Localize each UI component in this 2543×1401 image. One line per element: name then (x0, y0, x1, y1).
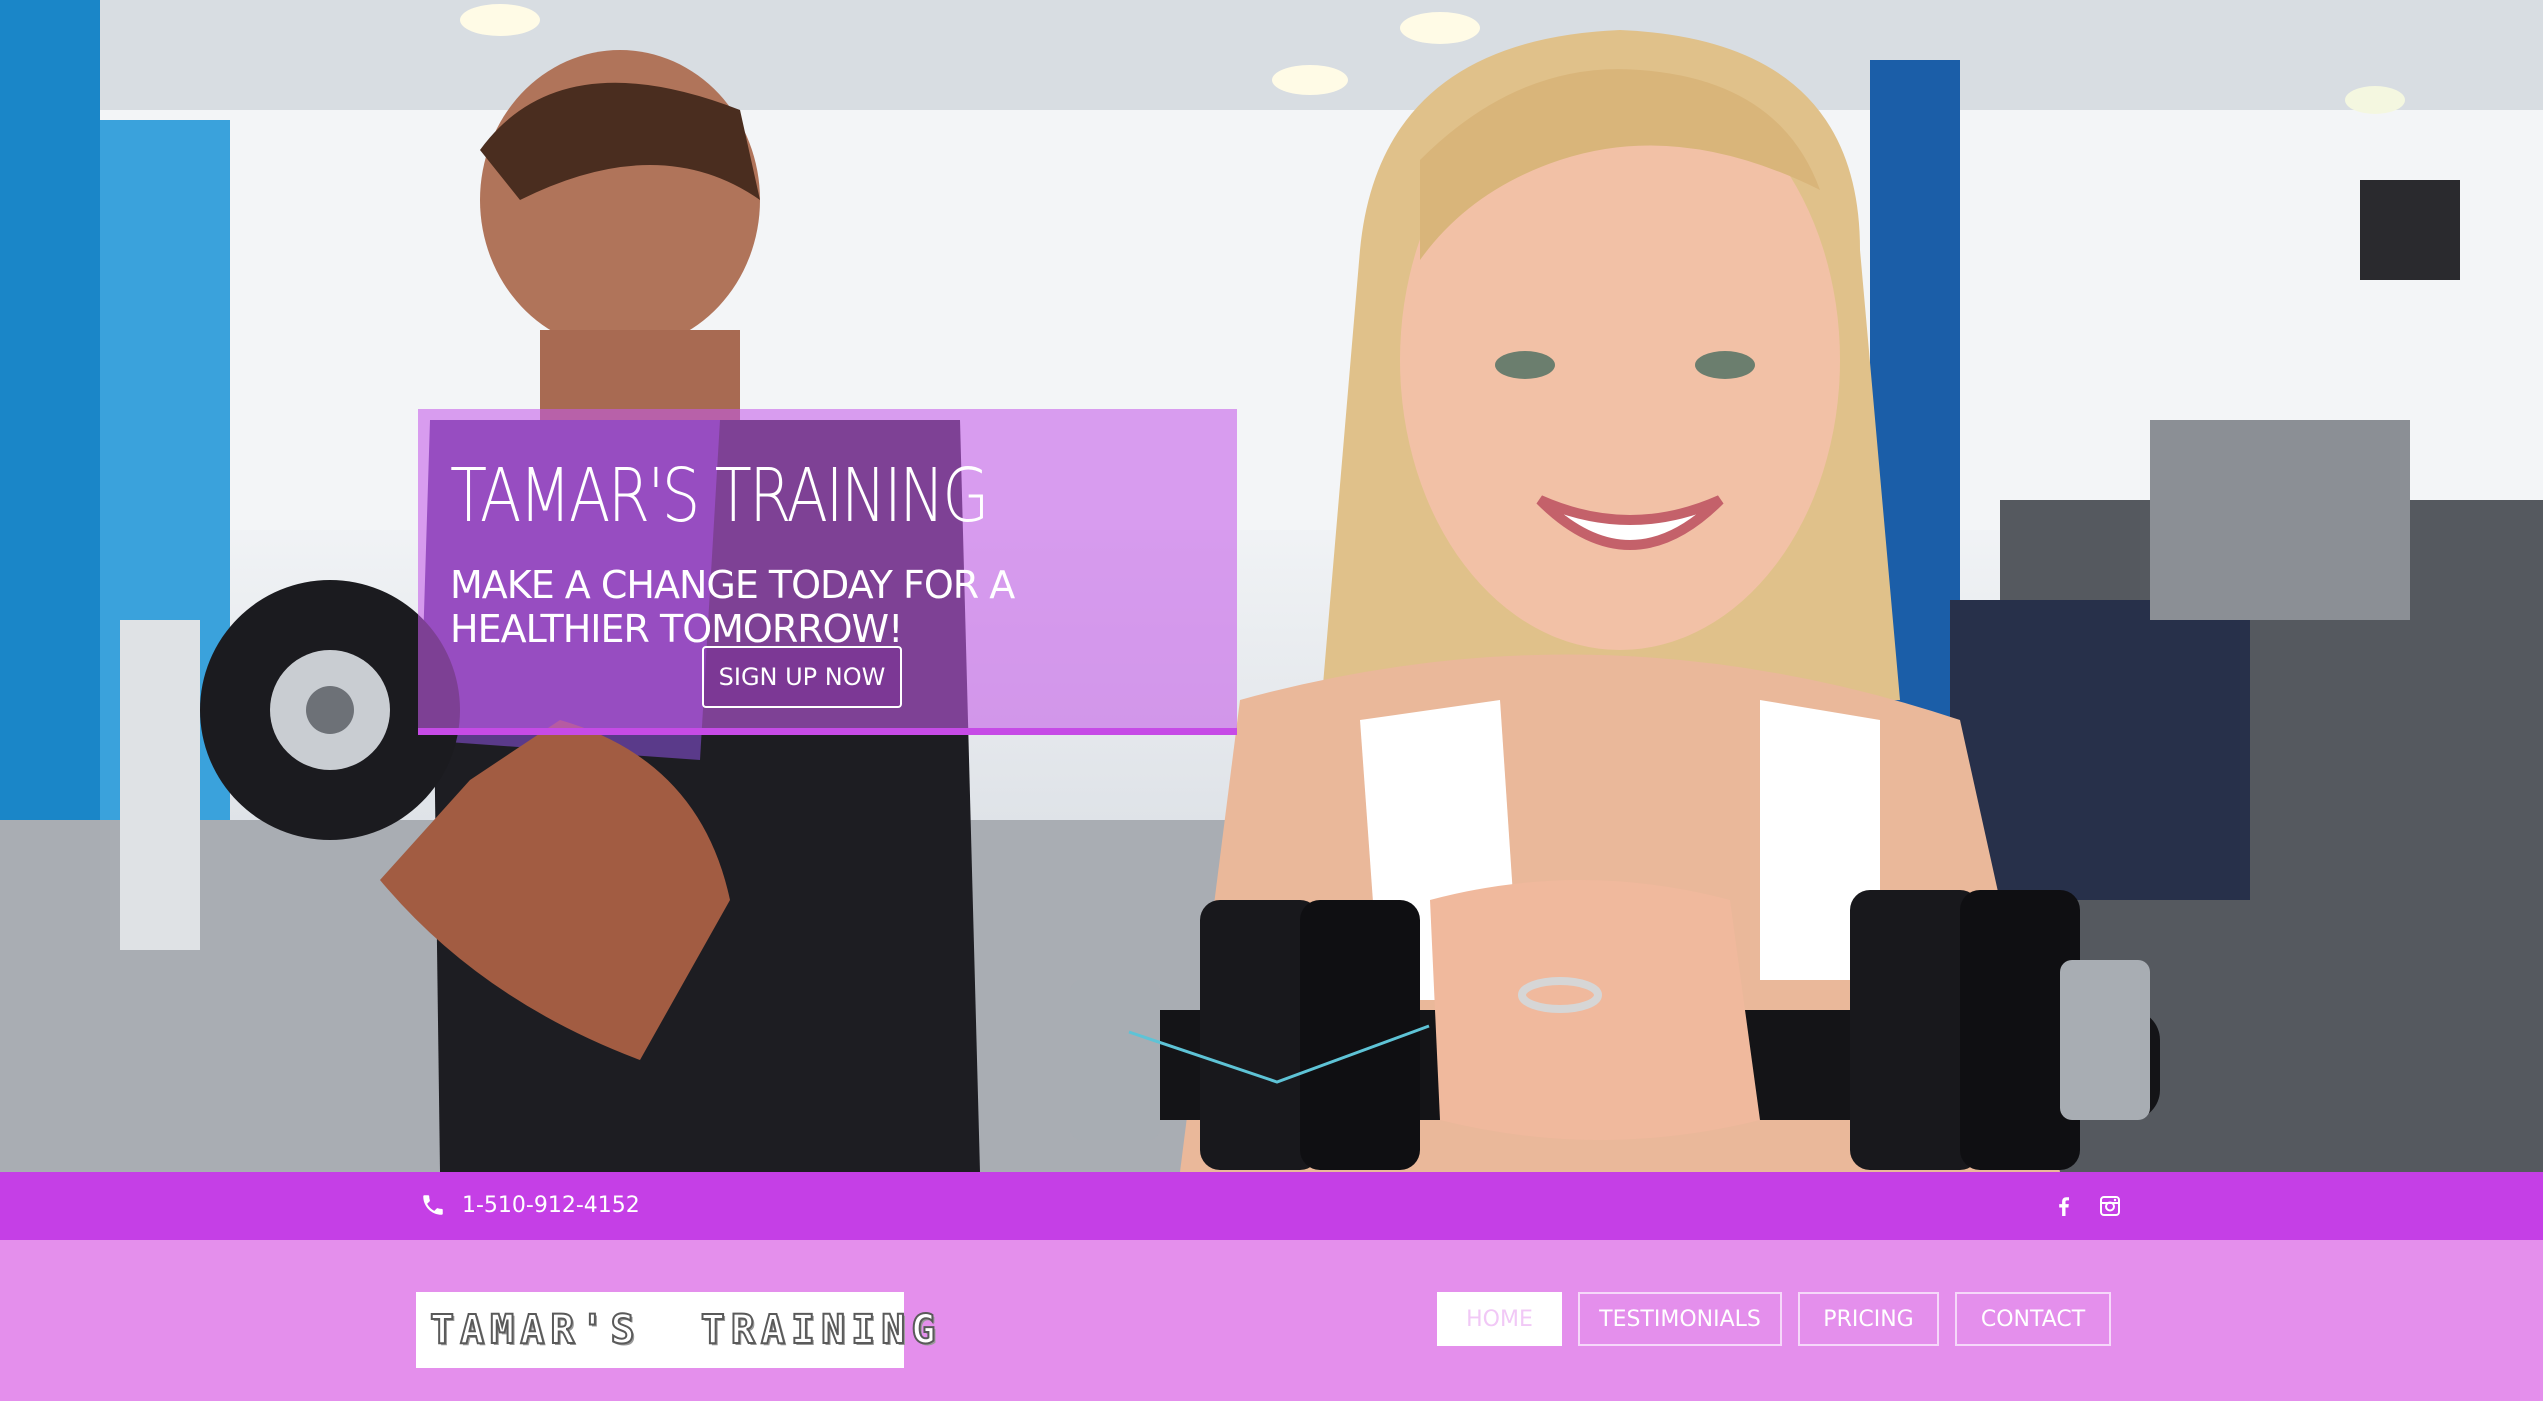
nav-item-home[interactable]: HOME (1437, 1292, 1562, 1346)
hero-background-photo (0, 0, 2543, 1172)
nav-menu: HOME TESTIMONIALS PRICING CONTACT (1437, 1292, 2111, 1346)
site-logo[interactable]: TAMAR'S TRAINING (416, 1292, 936, 1368)
scroll-down-chevron-icon[interactable] (1125, 1020, 1435, 1090)
contact-bar: 1-510-912-4152 (0, 1172, 2543, 1240)
phone-icon (423, 1195, 443, 1215)
facebook-icon[interactable] (2052, 1194, 2076, 1218)
hero-subtitle: MAKE A CHANGE TODAY FOR A HEALTHIER TOMO… (450, 563, 1015, 651)
sign-up-button[interactable]: SIGN UP NOW (702, 646, 902, 708)
social-links (2052, 1194, 2122, 1218)
main-navbar: TAMAR'S TRAINING HOME TESTIMONIALS PRICI… (0, 1240, 2543, 1401)
phone-contact[interactable]: 1-510-912-4152 (420, 1192, 640, 1218)
hero-card: TAMAR'S TRAINING MAKE A CHANGE TODAY FOR… (418, 409, 1237, 735)
nav-item-contact[interactable]: CONTACT (1955, 1292, 2111, 1346)
logo-text: TAMAR'S TRAINING (429, 1306, 942, 1354)
nav-item-pricing[interactable]: PRICING (1798, 1292, 1939, 1346)
hero-title: TAMAR'S TRAINING (450, 453, 989, 539)
phone-number: 1-510-912-4152 (462, 1192, 640, 1218)
hero-section: TAMAR'S TRAINING MAKE A CHANGE TODAY FOR… (0, 0, 2543, 1172)
nav-item-testimonials[interactable]: TESTIMONIALS (1578, 1292, 1782, 1346)
instagram-icon[interactable] (2098, 1194, 2122, 1218)
